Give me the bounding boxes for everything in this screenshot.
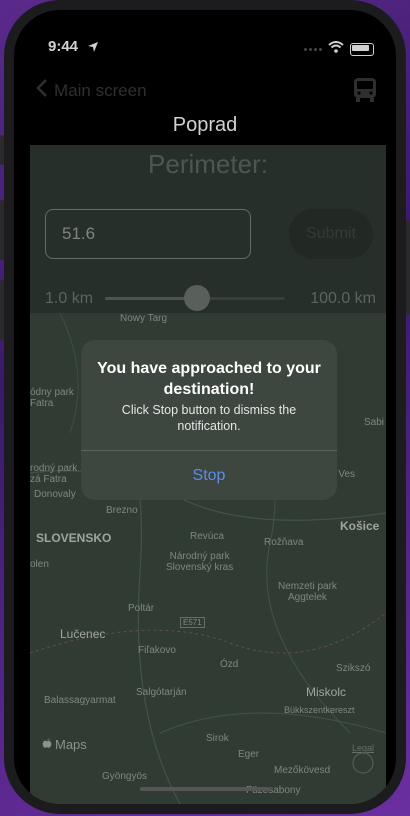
alert-title: You have approached to your destination! bbox=[97, 360, 321, 398]
stop-button[interactable]: Stop bbox=[81, 451, 337, 500]
power-button bbox=[406, 220, 410, 315]
home-indicator[interactable] bbox=[140, 787, 270, 791]
phone-frame: 9:44 Main screen Poprad Nowy Targ ódny p… bbox=[4, 0, 406, 814]
alert-message: Click Stop button to dismiss the notific… bbox=[121, 403, 297, 433]
destination-alert: You have approached to your destination!… bbox=[81, 340, 337, 500]
screen: 9:44 Main screen Poprad Nowy Targ ódny p… bbox=[14, 10, 396, 804]
